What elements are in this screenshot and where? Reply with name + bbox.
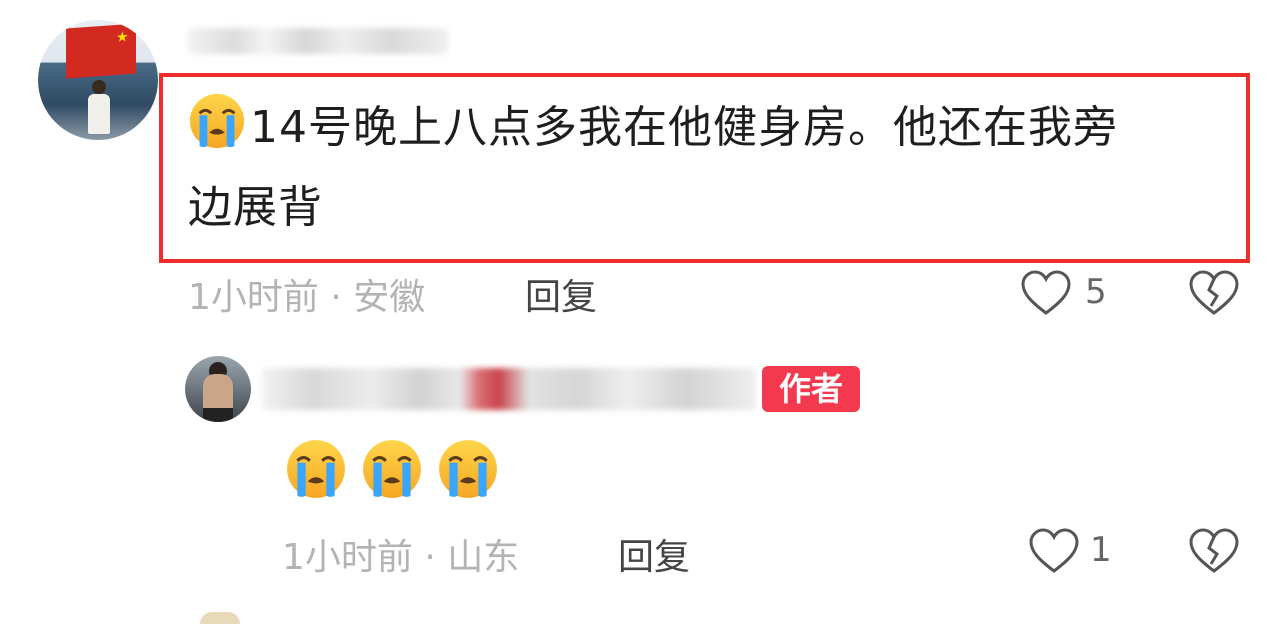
heart-icon — [1029, 528, 1079, 573]
crying-face-icon — [361, 438, 423, 504]
star-icon: ★ — [116, 29, 129, 46]
dislike-button[interactable] — [1188, 528, 1240, 574]
author-name-blurred[interactable] — [262, 368, 756, 410]
dislike-button[interactable] — [1188, 270, 1240, 316]
heart-icon — [1021, 270, 1071, 315]
crying-face-icon — [285, 438, 347, 504]
like-count: 5 — [1085, 272, 1107, 312]
like-button[interactable] — [1020, 270, 1072, 316]
reply-button[interactable]: 回复 — [618, 528, 690, 580]
comment-body: 14号晚上八点多我在他健身房。他还在我旁 边展背 — [188, 92, 1238, 244]
broken-heart-icon — [1189, 270, 1239, 315]
reply-meta: 1小时前 · 山东 — [282, 537, 520, 578]
like-count: 1 — [1090, 530, 1112, 570]
commenter-name-blurred[interactable] — [188, 28, 448, 54]
reply-body — [285, 438, 499, 504]
avatar-figure-shorts — [203, 408, 233, 422]
flag-graphic: ★ — [66, 23, 136, 79]
next-avatar-partial[interactable] — [200, 612, 240, 624]
author-avatar[interactable] — [185, 356, 251, 422]
crying-face-icon — [437, 438, 499, 504]
like-button[interactable] — [1028, 528, 1080, 574]
reply-button[interactable]: 回复 — [525, 268, 597, 320]
comment-line-2: 边展背 — [188, 182, 323, 233]
comment-meta: 1小时前 · 安徽 — [188, 277, 426, 318]
broken-heart-icon — [1189, 528, 1239, 573]
crying-face-icon — [188, 92, 246, 172]
avatar-figure-head — [92, 80, 106, 94]
comment-line-1: 14号晚上八点多我在他健身房。他还在我旁 — [250, 102, 1118, 153]
avatar-figure-body — [88, 94, 110, 134]
author-badge: 作者 — [762, 366, 860, 412]
commenter-avatar[interactable]: ★ — [38, 20, 158, 140]
